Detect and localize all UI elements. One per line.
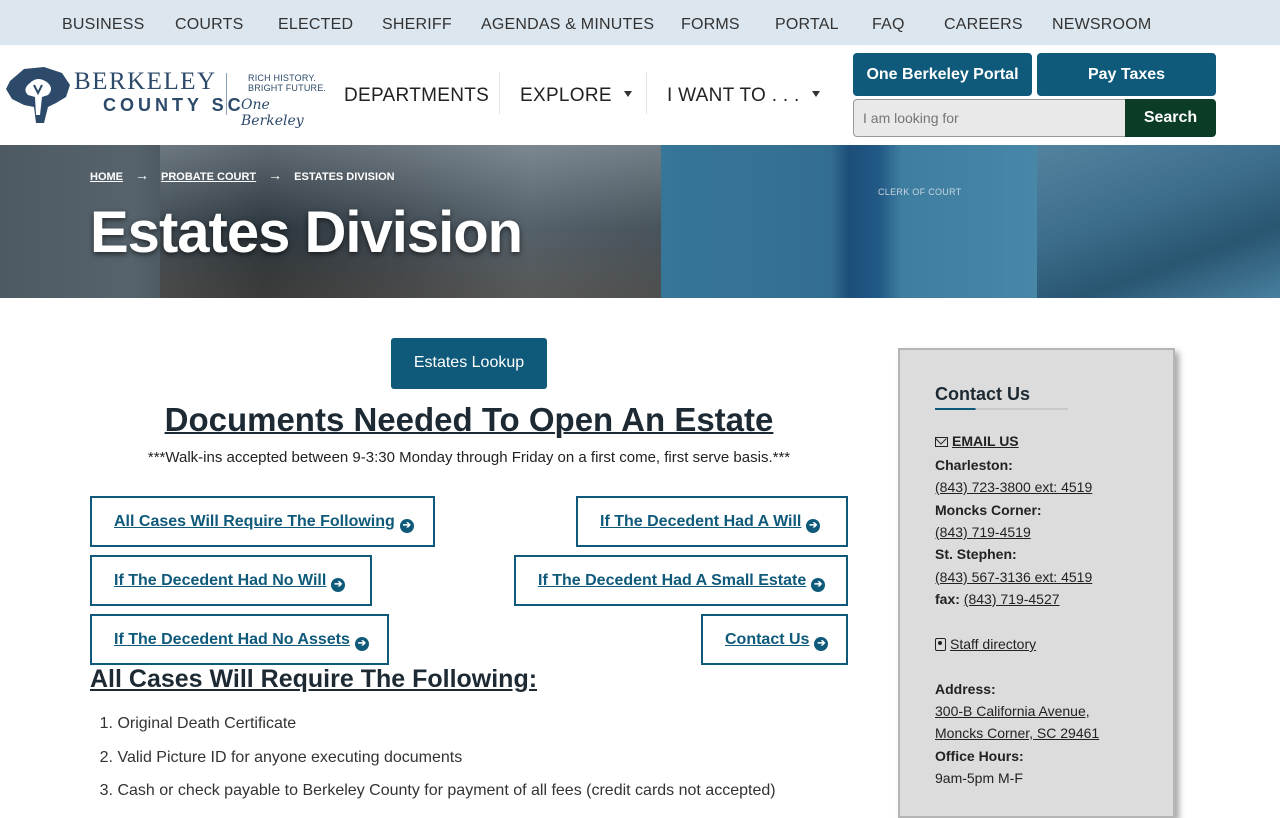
- link-small-estate-label: If The Decedent Had A Small Estate: [538, 572, 807, 589]
- st-stephen-label: St. Stephen:: [935, 546, 1017, 562]
- list-item-text: Cash or check payable to Berkeley County…: [117, 782, 776, 799]
- fax-label: fax:: [935, 591, 960, 607]
- address-label: Address:: [935, 681, 996, 697]
- office-hours-value: 9am-5pm M-F: [935, 770, 1023, 786]
- link-contact-us[interactable]: Contact Us ➔: [701, 614, 848, 665]
- circle-arrow-right-icon: ➔: [806, 519, 821, 533]
- moncks-corner-label: Moncks Corner:: [935, 502, 1042, 518]
- walkin-note: ***Walk-ins accepted between 9-3:30 Mond…: [147, 449, 791, 466]
- topnav-courts[interactable]: COURTS: [175, 16, 243, 34]
- sidebar-title: Contact Us: [935, 384, 1031, 404]
- caret-down-icon: [623, 90, 632, 97]
- documents-heading: Documents Needed To Open An Estate: [164, 401, 774, 438]
- staff-directory-label: Staff directory: [950, 636, 1037, 652]
- county-logo[interactable]: BERKELEY COUNTY SC RICH HISTORY. BRIGHT …: [4, 61, 329, 131]
- circle-arrow-right-icon: ➔: [399, 519, 414, 533]
- charleston-label: Charleston:: [935, 457, 1013, 473]
- breadcrumb: HOME → PROBATE COURT → ESTATES DIVISION: [90, 167, 395, 183]
- logo-name-line2: COUNTY SC: [103, 95, 245, 115]
- one-berkeley-portal-button[interactable]: One Berkeley Portal: [853, 53, 1032, 96]
- site-header: BERKELEY COUNTY SC RICH HISTORY. BRIGHT …: [0, 45, 1280, 145]
- link-no-assets[interactable]: If The Decedent Had No Assets ➔: [90, 614, 389, 665]
- list-item: 2. Valid Picture ID for anyone executing…: [99, 748, 463, 766]
- link-had-a-will[interactable]: If The Decedent Had A Will ➔: [576, 496, 848, 547]
- email-us-link[interactable]: EMAIL US: [935, 433, 1019, 449]
- logo-divider: [226, 73, 227, 115]
- contact-sidebar: Contact Us EMAIL US Charleston: (843) 72…: [898, 348, 1175, 818]
- section-heading-all-cases: All Cases Will Require The Following:: [90, 665, 538, 693]
- link-contact-us-label: Contact Us: [725, 631, 810, 648]
- email-us-label: EMAIL US: [952, 433, 1019, 449]
- link-no-will[interactable]: If The Decedent Had No Will ➔: [90, 555, 372, 606]
- circle-arrow-right-icon: ➔: [354, 637, 369, 651]
- requirements-list: 1. Original Death Certificate 2. Valid P…: [90, 714, 830, 815]
- search-button[interactable]: Search: [1125, 99, 1216, 137]
- pay-taxes-button[interactable]: Pay Taxes: [1037, 53, 1216, 96]
- link-no-assets-label: If The Decedent Had No Assets: [114, 631, 350, 648]
- breadcrumb-home[interactable]: HOME: [90, 171, 123, 183]
- nav-separator: [499, 72, 500, 114]
- circle-arrow-right-icon: ➔: [331, 578, 346, 592]
- search-input[interactable]: [853, 99, 1126, 137]
- circle-arrow-right-icon: ➔: [814, 637, 829, 651]
- topnav-forms[interactable]: FORMS: [681, 16, 740, 34]
- list-item: 1. Original Death Certificate: [99, 715, 297, 732]
- topnav-sheriff[interactable]: SHERIFF: [382, 16, 452, 34]
- link-small-estate[interactable]: If The Decedent Had A Small Estate ➔: [514, 555, 848, 606]
- breadcrumb-current: ESTATES DIVISION: [294, 171, 395, 183]
- nav-i-want-to-label: I WANT TO . . .: [667, 85, 800, 106]
- topnav-careers[interactable]: CAREERS: [944, 16, 1023, 34]
- moncks-corner-phone-link[interactable]: (843) 719-4519: [935, 524, 1031, 540]
- link-no-will-label: If The Decedent Had No Will: [114, 572, 327, 589]
- logo-tagline: RICH HISTORY. BRIGHT FUTURE.: [248, 73, 326, 93]
- address-line1-link[interactable]: 300-B California Avenue,: [935, 703, 1090, 719]
- hero-tint: [661, 145, 1280, 298]
- topnav-business[interactable]: BUSINESS: [62, 16, 145, 34]
- fax-number-link[interactable]: (843) 719-4527: [964, 591, 1060, 607]
- charleston-phone-link[interactable]: (843) 723-3800 ext: 4519: [935, 479, 1092, 495]
- nav-explore[interactable]: EXPLORE: [520, 85, 632, 107]
- logo-tagline-1: RICH HISTORY.: [248, 73, 317, 83]
- topnav-elected[interactable]: ELECTED: [278, 16, 353, 34]
- nav-departments[interactable]: DEPARTMENTS: [344, 85, 489, 107]
- top-utility-nav: BUSINESS COURTS ELECTED SHERIFF AGENDAS …: [0, 0, 1280, 45]
- logo-script: One Berkeley: [241, 97, 304, 129]
- topnav-newsroom[interactable]: NEWSROOM: [1052, 16, 1151, 34]
- nav-i-want-to[interactable]: I WANT TO . . .: [667, 85, 820, 107]
- list-item: 3. Cash or check payable to Berkeley Cou…: [99, 782, 776, 799]
- breadcrumb-probate-court[interactable]: PROBATE COURT: [161, 171, 256, 183]
- arrow-right-icon: →: [268, 167, 283, 183]
- nav-explore-label: EXPLORE: [520, 85, 612, 106]
- sidebar-title-underline: [935, 408, 1068, 410]
- contact-card-icon: [935, 638, 946, 651]
- circle-arrow-right-icon: ➔: [811, 578, 826, 592]
- nav-separator: [646, 72, 647, 114]
- envelope-icon: [935, 437, 948, 447]
- logo-name-line1: BERKELEY: [74, 68, 217, 95]
- hero-image-text: CLERK OF COURT: [878, 187, 962, 197]
- address-line2-link[interactable]: Moncks Corner, SC 29461: [935, 725, 1099, 741]
- list-item-text: Valid Picture ID for anyone executing do…: [117, 748, 463, 766]
- topnav-agendas-minutes[interactable]: AGENDAS & MINUTES: [481, 16, 654, 34]
- logo-tagline-2: BRIGHT FUTURE.: [248, 83, 327, 93]
- fax-line: fax: (843) 719-4527: [935, 591, 1060, 607]
- hero-banner: CLERK OF COURT HOME → PROBATE COURT → ESTATE…: [0, 145, 1280, 298]
- topnav-faq[interactable]: FAQ: [872, 16, 905, 34]
- caret-down-icon: [811, 90, 820, 97]
- link-all-cases[interactable]: All Cases Will Require The Following ➔: [90, 496, 435, 547]
- list-item-text: Original Death Certificate: [117, 715, 297, 732]
- st-stephen-phone-link[interactable]: (843) 567-3136 ext: 4519: [935, 569, 1092, 585]
- arrow-right-icon: →: [135, 167, 149, 183]
- oak-tree-logo-icon: [6, 67, 70, 123]
- estates-lookup-button[interactable]: Estates Lookup: [391, 338, 547, 389]
- topnav-portal[interactable]: PORTAL: [775, 16, 839, 34]
- staff-directory-link[interactable]: Staff directory: [935, 636, 1036, 652]
- link-all-cases-label: All Cases Will Require The Following: [114, 513, 395, 530]
- link-had-a-will-label: If The Decedent Had A Will: [600, 513, 802, 530]
- page-title: Estates Division: [90, 200, 523, 265]
- office-hours-label: Office Hours:: [935, 748, 1024, 764]
